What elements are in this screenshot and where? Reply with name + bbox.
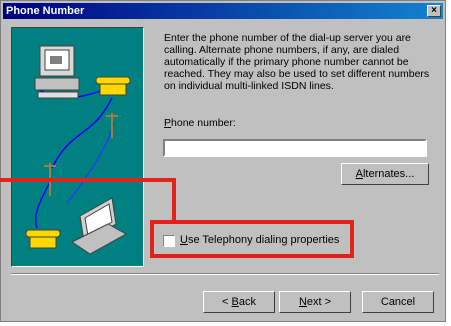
laptop-icon: [71, 197, 128, 255]
next-button[interactable]: Next >: [279, 291, 351, 313]
utility-pole-icon: [44, 113, 118, 196]
title-bar: Phone Number ×: [3, 3, 443, 19]
alternates-button[interactable]: Alternates...: [341, 163, 429, 185]
network-illustration-svg: [25, 45, 131, 255]
cancel-button[interactable]: Cancel: [362, 291, 434, 313]
button-separator: [11, 273, 439, 275]
phone-number-input[interactable]: [163, 139, 427, 157]
close-icon[interactable]: ×: [427, 5, 441, 17]
telephone-icon: [95, 76, 131, 96]
telephone-icon: [25, 229, 61, 249]
back-button[interactable]: < Back: [203, 291, 275, 313]
description-text: Enter the phone number of the dial-up se…: [164, 32, 430, 92]
dialog-title: Phone Number: [6, 5, 85, 17]
highlight-pointer-line: [0, 178, 176, 182]
highlight-box: [150, 220, 354, 258]
phone-number-label: Phone number:: [164, 117, 236, 129]
highlight-pointer-line-vertical: [172, 178, 176, 222]
dialup-illustration: [11, 27, 144, 267]
phone-number-dialog: Phone Number × Enter the phone number of…: [0, 0, 446, 322]
computer-icon: [34, 45, 80, 99]
